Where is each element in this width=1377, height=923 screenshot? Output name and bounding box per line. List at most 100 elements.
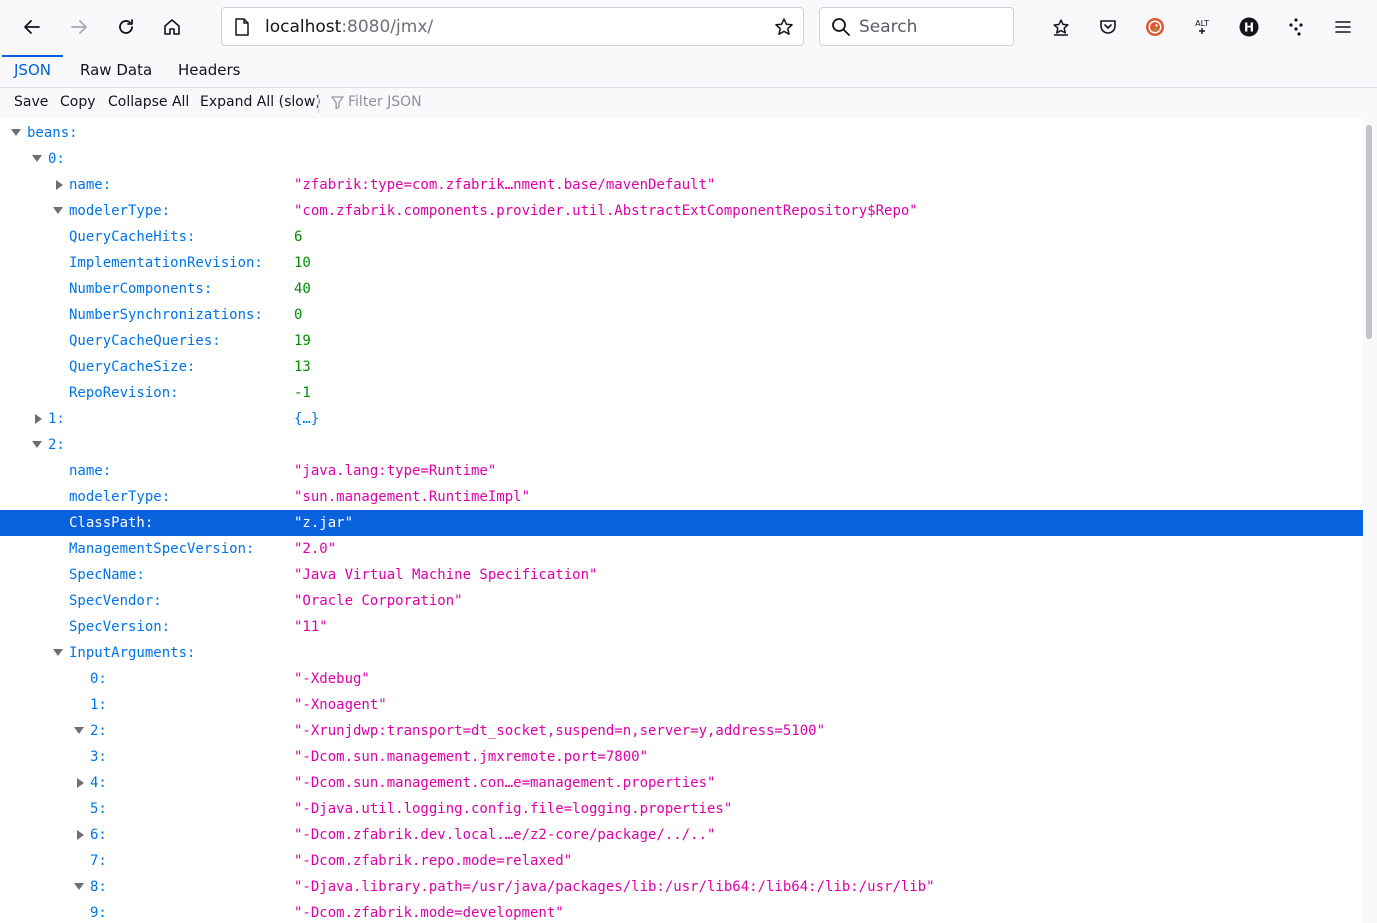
tree-row[interactable]: QueryCacheSize: 13: [0, 354, 1363, 380]
url-text[interactable]: localhost:8080/jmx/: [265, 17, 433, 37]
tree-row[interactable]: ImplementationRevision: 10: [0, 250, 1363, 276]
tree-value: "Java Virtual Machine Specification": [294, 567, 598, 583]
vertical-scrollbar[interactable]: [1363, 119, 1377, 923]
tree-key: NumberComponents:: [69, 281, 213, 297]
duckduckgo-button[interactable]: [1139, 11, 1171, 43]
tree-value: "java.lang:type=Runtime": [294, 463, 497, 479]
expand-twisty-icon[interactable]: [53, 649, 63, 656]
tree-key: 2:: [48, 437, 65, 453]
svg-text:ALT: ALT: [1195, 19, 1209, 28]
tree-row[interactable]: NumberSynchronizations: 0: [0, 302, 1363, 328]
back-button[interactable]: [16, 11, 48, 43]
tree-key: 4:: [90, 775, 107, 791]
tree-value: 6: [294, 229, 303, 245]
tree-key: 2:: [90, 723, 107, 739]
tree-row[interactable]: RepoRevision: -1: [0, 380, 1363, 406]
tree-key: InputArguments:: [69, 645, 196, 661]
save-button[interactable]: Save: [14, 94, 48, 110]
extension-dots-button[interactable]: [1280, 11, 1312, 43]
alt-text-button[interactable]: ALT: [1186, 11, 1218, 43]
tree-row[interactable]: 2:: [0, 432, 1363, 458]
tree-value: "-Dcom.sun.management.jmxremote.port=780…: [294, 749, 649, 765]
tree-row[interactable]: 1: {…}: [0, 406, 1363, 432]
forward-button[interactable]: [63, 11, 95, 43]
tree-row[interactable]: 8: "-Djava.library.path=/usr/java/package…: [0, 874, 1363, 900]
tree-value: 19: [294, 333, 311, 349]
menu-button[interactable]: [1327, 11, 1359, 43]
expand-twisty-icon[interactable]: [53, 207, 63, 214]
filter-json-input[interactable]: Filter JSON: [331, 94, 422, 110]
tree-row[interactable]: name: "zfabrik:type=com.zfabrik…nment.bas…: [0, 172, 1363, 198]
tree-key: beans:: [27, 125, 78, 141]
filter-icon: [331, 95, 344, 109]
tree-row[interactable]: 5: "-Djava.util.logging.config.file=loggi…: [0, 796, 1363, 822]
tree-row[interactable]: 7: "-Dcom.zfabrik.repo.mode=relaxed": [0, 848, 1363, 874]
tree-key: name:: [69, 463, 112, 479]
tree-row[interactable]: ManagementSpecVersion: "2.0": [0, 536, 1363, 562]
alt-text-icon: ALT: [1195, 19, 1209, 34]
tree-row[interactable]: 0:: [0, 146, 1363, 172]
tree-row[interactable]: beans:: [0, 120, 1363, 146]
expand-twisty-icon[interactable]: [74, 883, 84, 890]
tree-row[interactable]: SpecVendor: "Oracle Corporation": [0, 588, 1363, 614]
tree-value: {…}: [294, 411, 320, 427]
url-bar[interactable]: localhost:8080/jmx/: [221, 7, 804, 46]
tree-row[interactable]: NumberComponents: 40: [0, 276, 1363, 302]
home-icon: [164, 19, 180, 35]
tree-value: "-Dcom.zfabrik.mode=development": [294, 905, 564, 921]
tree-row[interactable]: name: "java.lang:type=Runtime": [0, 458, 1363, 484]
expand-all-button[interactable]: Expand All (slow): [200, 94, 321, 110]
search-placeholder: Search: [859, 17, 918, 37]
tree-key: ImplementationRevision:: [69, 255, 263, 271]
expand-twisty-icon[interactable]: [32, 155, 42, 162]
collapsed-twisty-icon[interactable]: [35, 414, 42, 424]
tree-row[interactable]: 9: "-Dcom.zfabrik.mode=development": [0, 900, 1363, 923]
copy-button[interactable]: Copy: [60, 94, 96, 110]
extension-h-button[interactable]: H: [1233, 11, 1265, 43]
tab-headers[interactable]: Headers: [166, 55, 252, 86]
expand-twisty-icon[interactable]: [11, 129, 21, 136]
collapsed-twisty-icon[interactable]: [77, 778, 84, 788]
search-bar[interactable]: Search: [819, 7, 1014, 46]
tree-value: 10: [294, 255, 311, 271]
tree-row[interactable]: InputArguments:: [0, 640, 1363, 666]
expand-twisty-icon[interactable]: [32, 441, 42, 448]
tree-row[interactable]: 3: "-Dcom.sun.management.jmxremote.port=7…: [0, 744, 1363, 770]
tree-row[interactable]: 6: "-Dcom.zfabrik.dev.local.…e/z2-core/pa…: [0, 822, 1363, 848]
tree-value: 40: [294, 281, 311, 297]
tab-raw-data[interactable]: Raw Data: [68, 55, 164, 86]
expand-twisty-icon[interactable]: [74, 727, 84, 734]
tree-row[interactable]: 2: "-Xrunjdwp:transport=dt_socket,suspend…: [0, 718, 1363, 744]
tree-key: 1:: [48, 411, 65, 427]
tree-key: QueryCacheHits:: [69, 229, 196, 245]
bookmark-star-icon[interactable]: [774, 17, 794, 37]
tree-row[interactable]: 0: "-Xdebug": [0, 666, 1363, 692]
tree-row[interactable]: 1: "-Xnoagent": [0, 692, 1363, 718]
pocket-button[interactable]: [1092, 11, 1124, 43]
tree-key: 0:: [48, 151, 65, 167]
tree-row[interactable]: QueryCacheQueries: 19: [0, 328, 1363, 354]
tree-row[interactable]: ClassPath: "z.jar": [0, 510, 1363, 536]
tab-json[interactable]: JSON: [2, 55, 63, 86]
tree-row[interactable]: modelerType: "com.zfabrik.components.prov…: [0, 198, 1363, 224]
tree-row[interactable]: 4: "-Dcom.sun.management.con…e=management…: [0, 770, 1363, 796]
scrollbar-thumb[interactable]: [1366, 125, 1372, 339]
tree-value: 0: [294, 307, 303, 323]
tree-row[interactable]: QueryCacheHits: 6: [0, 224, 1363, 250]
tree-row[interactable]: SpecVersion: "11": [0, 614, 1363, 640]
url-path: :8080/jmx/: [341, 17, 434, 37]
tree-row[interactable]: SpecName: "Java Virtual Machine Specifica…: [0, 562, 1363, 588]
json-toolbar: Save Copy Collapse All Expand All (slow)…: [0, 88, 1377, 120]
home-button[interactable]: [156, 11, 188, 43]
reload-button[interactable]: [110, 11, 142, 43]
tree-value: "-Djava.library.path=/usr/java/packages/…: [294, 879, 935, 895]
collapsed-twisty-icon[interactable]: [56, 180, 63, 190]
tree-value: "sun.management.RuntimeImpl": [294, 489, 531, 505]
tree-value: -1: [294, 385, 311, 401]
collapse-all-button[interactable]: Collapse All: [108, 94, 189, 110]
collapsed-twisty-icon[interactable]: [77, 830, 84, 840]
bookmarks-button[interactable]: [1045, 11, 1077, 43]
tree-key: 9:: [90, 905, 107, 921]
tree-row[interactable]: modelerType: "sun.management.RuntimeImpl": [0, 484, 1363, 510]
tree-value: "-Xdebug": [294, 671, 370, 687]
